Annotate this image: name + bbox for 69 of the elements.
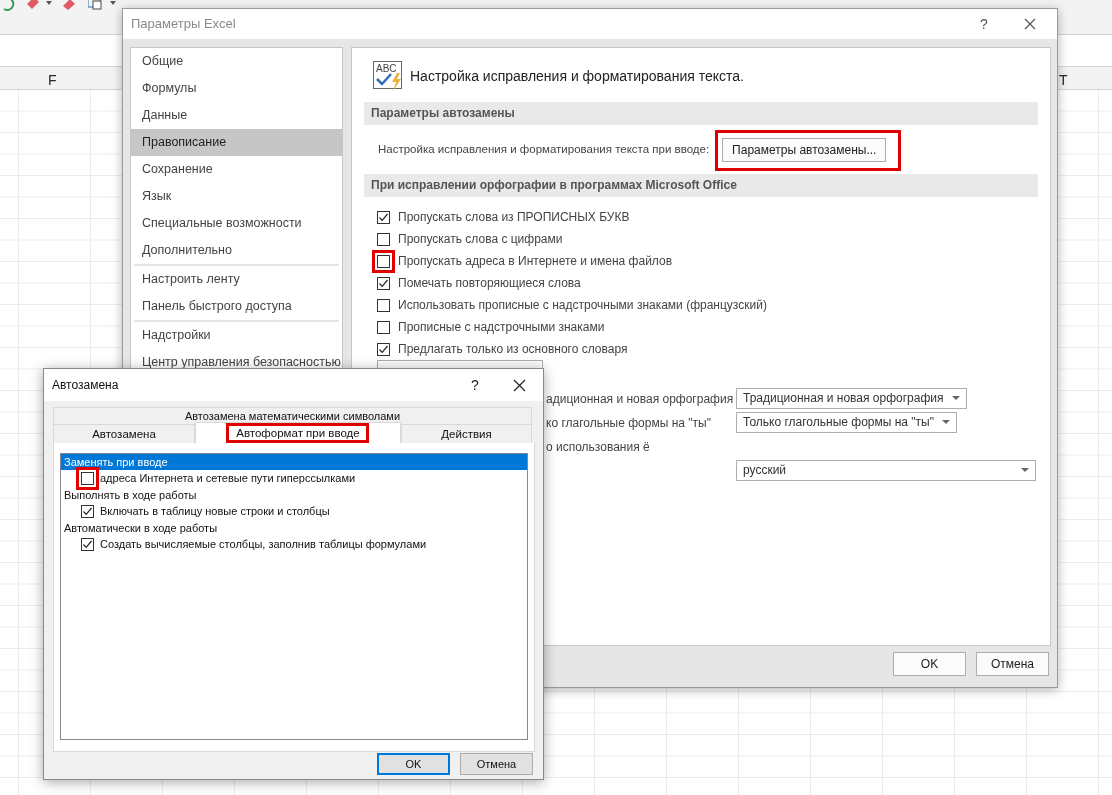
close-icon bbox=[1024, 18, 1036, 30]
checked-checkbox[interactable] bbox=[377, 210, 390, 224]
caret-icon bbox=[942, 420, 950, 424]
nav-item[interactable]: Дополнительно bbox=[131, 237, 342, 264]
refresh-icon bbox=[1, 0, 15, 11]
nav-item[interactable]: Формулы bbox=[131, 75, 342, 102]
tab[interactable]: Автозамена математическими символами bbox=[53, 407, 532, 423]
checked-checkbox[interactable] bbox=[377, 276, 390, 290]
eraser-icon bbox=[26, 0, 40, 10]
checkbox-label: Помечать повторяющиеся слова bbox=[398, 275, 581, 292]
autocorrect-options-button[interactable]: Параметры автозамены... bbox=[722, 138, 887, 162]
column-header[interactable]: F bbox=[48, 70, 57, 91]
field-label: ко глагольные формы на "ты" bbox=[546, 416, 711, 430]
caret-icon bbox=[951, 396, 960, 400]
checkbox-label: Прописные с надстрочными знаками bbox=[398, 319, 605, 336]
field-label: адиционная и новая орфография bbox=[546, 392, 734, 406]
page-heading: Настройка исправления и форматирования текста. bbox=[410, 66, 744, 86]
checkbox-label: адреса Интернета и сетевые пути гиперссылками bbox=[100, 471, 356, 487]
checked-checkbox[interactable] bbox=[81, 538, 94, 551]
list-group-item[interactable]: Выполнять в ходе работы bbox=[61, 487, 527, 503]
nav-item[interactable]: Настроить ленту bbox=[131, 266, 342, 293]
checkbox-label: Использовать прописные с надстрочными знаками (французский) bbox=[398, 297, 767, 314]
checkbox[interactable] bbox=[377, 298, 390, 312]
checkbox[interactable] bbox=[377, 320, 390, 334]
section-header: Параметры автозамены bbox=[364, 102, 1038, 125]
nav-item[interactable]: Данные bbox=[131, 102, 342, 129]
nav-item[interactable]: Правописание bbox=[131, 129, 342, 156]
checkbox-label: Включать в таблицу новые строки и столбцы bbox=[100, 504, 330, 520]
window-title: Автозамена bbox=[52, 377, 120, 394]
nav-item[interactable]: Специальные возможности bbox=[131, 210, 342, 237]
checkbox-label: Предлагать только из основного словаря bbox=[398, 341, 628, 358]
tab[interactable]: Автоформат при вводе bbox=[195, 422, 401, 443]
checkbox-label: Пропускать слова с цифрами bbox=[398, 231, 563, 248]
window-title: Параметры Excel bbox=[131, 15, 237, 34]
checkbox[interactable] bbox=[377, 232, 390, 246]
nav-item[interactable]: Панель быстрого доступа bbox=[131, 293, 342, 320]
caret-icon bbox=[1021, 468, 1029, 472]
close-icon bbox=[512, 378, 526, 392]
checked-checkbox[interactable] bbox=[81, 505, 94, 518]
caret-icon bbox=[110, 1, 116, 5]
field-label: о использования ё bbox=[546, 440, 650, 454]
checkbox-label: Пропускать слова из ПРОПИСНЫХ БУКВ bbox=[398, 209, 630, 226]
checkbox[interactable] bbox=[81, 472, 94, 485]
tab[interactable]: Автозамена bbox=[53, 424, 195, 443]
spelling-check-icon: ABC bbox=[373, 61, 402, 91]
dropdown[interactable]: Только глагольные формы на "ты" bbox=[736, 411, 957, 433]
column-header[interactable]: T bbox=[1059, 70, 1068, 91]
help-button[interactable]: ? bbox=[969, 13, 999, 35]
caret-icon bbox=[46, 1, 52, 5]
checkbox[interactable] bbox=[377, 254, 390, 268]
checked-checkbox[interactable] bbox=[377, 342, 390, 356]
dialog-button[interactable]: Отмена bbox=[460, 753, 533, 775]
nav-item[interactable]: Язык bbox=[131, 183, 342, 210]
nav-item[interactable]: Общие bbox=[131, 48, 342, 75]
tab[interactable]: Действия bbox=[401, 424, 532, 443]
dialog-button[interactable]: OK bbox=[893, 652, 966, 676]
section-header: При исправлении орфографии в программах Microsoft Office bbox=[364, 174, 1038, 197]
nav-item[interactable]: Сохранение bbox=[131, 156, 342, 183]
dropdown[interactable]: русский bbox=[736, 459, 1036, 481]
dialog-button[interactable]: OK bbox=[377, 753, 450, 775]
list-group-item[interactable]: Заменять при вводе bbox=[61, 454, 527, 470]
dialog-button[interactable]: Отмена bbox=[976, 652, 1049, 676]
nav-item[interactable]: Надстройки bbox=[131, 322, 342, 349]
help-button[interactable]: ? bbox=[465, 374, 485, 396]
dropdown[interactable]: Традиционная и новая орфография bbox=[736, 387, 967, 409]
checkbox-label: Создать вычисляемые столбцы, заполнив таблицы формулами bbox=[100, 537, 427, 553]
field-label: Настройка исправления и форматирования текста при вводе: bbox=[378, 141, 710, 157]
checkbox-label: Пропускать адреса в Интернете и имена файлов bbox=[398, 253, 673, 270]
list-group-item[interactable]: Автоматически в ходе работы bbox=[61, 520, 527, 536]
